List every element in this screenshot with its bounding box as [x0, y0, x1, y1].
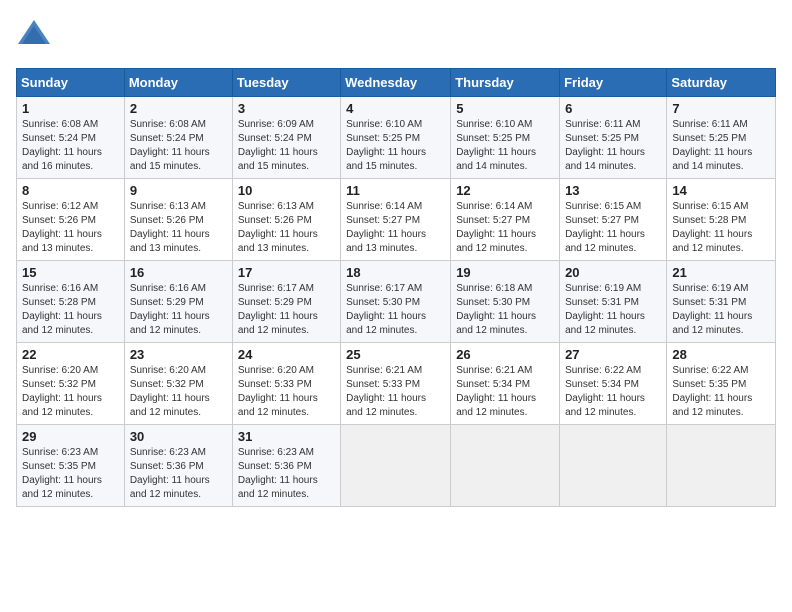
logo	[16, 16, 56, 56]
calendar-day-12: 12Sunrise: 6:14 AMSunset: 5:27 PMDayligh…	[451, 179, 560, 261]
calendar-week-5: 29Sunrise: 6:23 AMSunset: 5:35 PMDayligh…	[17, 425, 776, 507]
day-number: 19	[456, 265, 554, 280]
calendar-day-9: 9Sunrise: 6:13 AMSunset: 5:26 PMDaylight…	[124, 179, 232, 261]
day-number: 17	[238, 265, 335, 280]
calendar-day-empty	[451, 425, 560, 507]
calendar-header-row: SundayMondayTuesdayWednesdayThursdayFrid…	[17, 69, 776, 97]
calendar-day-1: 1Sunrise: 6:08 AMSunset: 5:24 PMDaylight…	[17, 97, 125, 179]
calendar-day-27: 27Sunrise: 6:22 AMSunset: 5:34 PMDayligh…	[560, 343, 667, 425]
day-of-week-sunday: Sunday	[17, 69, 125, 97]
calendar-week-3: 15Sunrise: 6:16 AMSunset: 5:28 PMDayligh…	[17, 261, 776, 343]
calendar-day-2: 2Sunrise: 6:08 AMSunset: 5:24 PMDaylight…	[124, 97, 232, 179]
calendar-week-2: 8Sunrise: 6:12 AMSunset: 5:26 PMDaylight…	[17, 179, 776, 261]
page-header	[16, 16, 776, 56]
day-number: 11	[346, 183, 445, 198]
calendar-day-26: 26Sunrise: 6:21 AMSunset: 5:34 PMDayligh…	[451, 343, 560, 425]
day-number: 21	[672, 265, 770, 280]
calendar-day-16: 16Sunrise: 6:16 AMSunset: 5:29 PMDayligh…	[124, 261, 232, 343]
day-number: 2	[130, 101, 227, 116]
day-number: 14	[672, 183, 770, 198]
day-number: 6	[565, 101, 661, 116]
calendar-day-6: 6Sunrise: 6:11 AMSunset: 5:25 PMDaylight…	[560, 97, 667, 179]
calendar-day-29: 29Sunrise: 6:23 AMSunset: 5:35 PMDayligh…	[17, 425, 125, 507]
day-number: 29	[22, 429, 119, 444]
calendar-day-24: 24Sunrise: 6:20 AMSunset: 5:33 PMDayligh…	[232, 343, 340, 425]
logo-icon	[16, 16, 52, 56]
day-number: 25	[346, 347, 445, 362]
day-number: 5	[456, 101, 554, 116]
day-number: 4	[346, 101, 445, 116]
day-number: 24	[238, 347, 335, 362]
calendar-day-13: 13Sunrise: 6:15 AMSunset: 5:27 PMDayligh…	[560, 179, 667, 261]
calendar-day-30: 30Sunrise: 6:23 AMSunset: 5:36 PMDayligh…	[124, 425, 232, 507]
calendar-day-18: 18Sunrise: 6:17 AMSunset: 5:30 PMDayligh…	[341, 261, 451, 343]
day-number: 28	[672, 347, 770, 362]
calendar-day-23: 23Sunrise: 6:20 AMSunset: 5:32 PMDayligh…	[124, 343, 232, 425]
day-number: 10	[238, 183, 335, 198]
calendar-day-25: 25Sunrise: 6:21 AMSunset: 5:33 PMDayligh…	[341, 343, 451, 425]
day-number: 20	[565, 265, 661, 280]
day-number: 15	[22, 265, 119, 280]
day-of-week-tuesday: Tuesday	[232, 69, 340, 97]
calendar-day-21: 21Sunrise: 6:19 AMSunset: 5:31 PMDayligh…	[667, 261, 776, 343]
calendar-day-empty	[341, 425, 451, 507]
day-number: 26	[456, 347, 554, 362]
calendar-day-11: 11Sunrise: 6:14 AMSunset: 5:27 PMDayligh…	[341, 179, 451, 261]
calendar-table: SundayMondayTuesdayWednesdayThursdayFrid…	[16, 68, 776, 507]
calendar-day-20: 20Sunrise: 6:19 AMSunset: 5:31 PMDayligh…	[560, 261, 667, 343]
calendar-day-10: 10Sunrise: 6:13 AMSunset: 5:26 PMDayligh…	[232, 179, 340, 261]
day-of-week-monday: Monday	[124, 69, 232, 97]
calendar-day-empty	[560, 425, 667, 507]
day-number: 7	[672, 101, 770, 116]
calendar-day-22: 22Sunrise: 6:20 AMSunset: 5:32 PMDayligh…	[17, 343, 125, 425]
day-number: 13	[565, 183, 661, 198]
day-number: 30	[130, 429, 227, 444]
day-number: 23	[130, 347, 227, 362]
day-number: 27	[565, 347, 661, 362]
calendar-day-15: 15Sunrise: 6:16 AMSunset: 5:28 PMDayligh…	[17, 261, 125, 343]
calendar-day-19: 19Sunrise: 6:18 AMSunset: 5:30 PMDayligh…	[451, 261, 560, 343]
calendar-day-17: 17Sunrise: 6:17 AMSunset: 5:29 PMDayligh…	[232, 261, 340, 343]
calendar-day-31: 31Sunrise: 6:23 AMSunset: 5:36 PMDayligh…	[232, 425, 340, 507]
day-number: 8	[22, 183, 119, 198]
calendar-week-1: 1Sunrise: 6:08 AMSunset: 5:24 PMDaylight…	[17, 97, 776, 179]
calendar-day-4: 4Sunrise: 6:10 AMSunset: 5:25 PMDaylight…	[341, 97, 451, 179]
day-of-week-wednesday: Wednesday	[341, 69, 451, 97]
day-number: 16	[130, 265, 227, 280]
day-number: 12	[456, 183, 554, 198]
calendar-week-4: 22Sunrise: 6:20 AMSunset: 5:32 PMDayligh…	[17, 343, 776, 425]
day-number: 1	[22, 101, 119, 116]
calendar-day-7: 7Sunrise: 6:11 AMSunset: 5:25 PMDaylight…	[667, 97, 776, 179]
day-number: 9	[130, 183, 227, 198]
day-of-week-thursday: Thursday	[451, 69, 560, 97]
calendar-day-28: 28Sunrise: 6:22 AMSunset: 5:35 PMDayligh…	[667, 343, 776, 425]
day-number: 3	[238, 101, 335, 116]
day-number: 22	[22, 347, 119, 362]
day-of-week-saturday: Saturday	[667, 69, 776, 97]
day-number: 31	[238, 429, 335, 444]
calendar-day-14: 14Sunrise: 6:15 AMSunset: 5:28 PMDayligh…	[667, 179, 776, 261]
day-number: 18	[346, 265, 445, 280]
calendar-day-8: 8Sunrise: 6:12 AMSunset: 5:26 PMDaylight…	[17, 179, 125, 261]
calendar-day-5: 5Sunrise: 6:10 AMSunset: 5:25 PMDaylight…	[451, 97, 560, 179]
calendar-day-empty	[667, 425, 776, 507]
day-of-week-friday: Friday	[560, 69, 667, 97]
calendar-day-3: 3Sunrise: 6:09 AMSunset: 5:24 PMDaylight…	[232, 97, 340, 179]
